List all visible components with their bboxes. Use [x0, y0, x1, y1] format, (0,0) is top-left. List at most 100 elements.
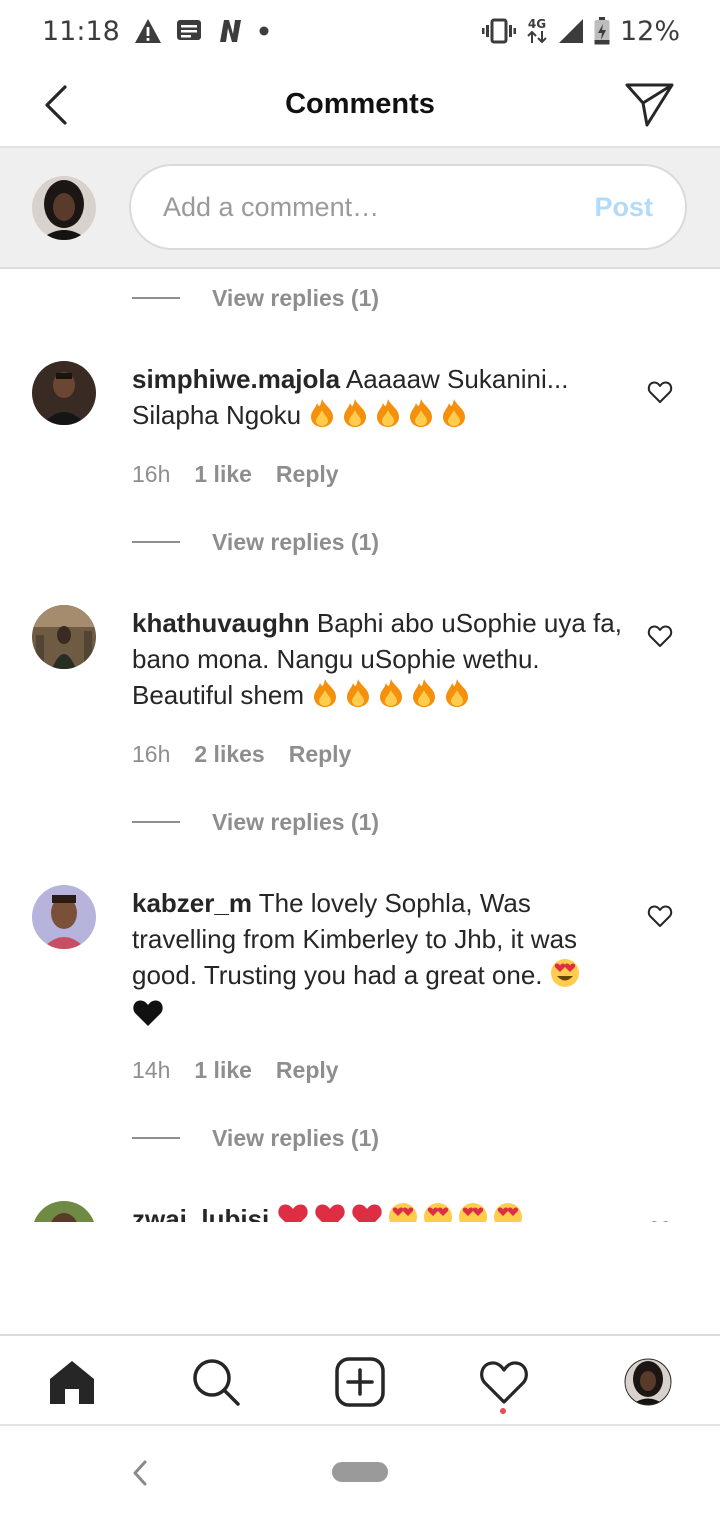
comment-username[interactable]: zwai_lubisi: [132, 1204, 269, 1222]
profile-avatar: [624, 1358, 672, 1406]
fire-emoji-icon: [377, 678, 405, 717]
signal-icon: [558, 18, 584, 44]
avatar[interactable]: [32, 885, 96, 949]
notification-dot: [500, 1408, 506, 1414]
chevron-left-icon: [45, 85, 67, 125]
comment-username[interactable]: simphiwe.majola: [132, 364, 340, 394]
comment-text: khathuvaughn Baphi abo uSophie uya fa, b…: [132, 605, 622, 717]
fire-emoji-icon: [410, 678, 438, 717]
vibrate-icon: [481, 18, 516, 44]
comment-meta: 16h 2 likes Reply: [132, 741, 351, 768]
heart-eyes-emoji-icon: [423, 1202, 453, 1222]
heart-outline-icon: [647, 381, 673, 403]
like-button[interactable]: [645, 621, 675, 651]
divider-line: [132, 1137, 180, 1139]
status-time: 11:18: [42, 15, 120, 47]
divider-line: [132, 821, 180, 823]
black-heart-emoji-icon: [132, 998, 164, 1037]
avatar[interactable]: [32, 1201, 96, 1222]
heart-eyes-emoji-icon: [458, 1202, 488, 1222]
new-post-icon: [335, 1357, 385, 1407]
heart-outline-icon: [647, 905, 673, 927]
search-icon: [193, 1359, 240, 1406]
view-replies-link[interactable]: View replies (1): [132, 1121, 379, 1155]
emoji-row: [308, 399, 473, 430]
red-heart-emoji-icon: [277, 1202, 309, 1222]
nav-search[interactable]: [190, 1356, 242, 1408]
comment-text: kabzer_m The lovely Sophla, Was travelli…: [132, 885, 622, 1037]
fire-emoji-icon: [308, 398, 336, 437]
view-replies-link[interactable]: View replies (1): [132, 281, 379, 315]
likes-count[interactable]: 1 like: [194, 1057, 252, 1084]
activity-heart-icon: [480, 1361, 528, 1404]
comment-time: 14h: [132, 1057, 171, 1083]
fire-emoji-icon: [311, 678, 339, 717]
view-replies-link[interactable]: View replies (1): [132, 525, 379, 559]
heart-eyes-emoji-icon: [388, 1202, 418, 1222]
heart-eyes-emoji-icon: [493, 1202, 523, 1222]
red-heart-emoji-icon: [314, 1202, 346, 1222]
fire-emoji-icon: [374, 398, 402, 437]
fire-emoji-icon: [440, 398, 468, 437]
warning-icon: [134, 18, 162, 44]
heart-outline-icon: [647, 625, 673, 647]
avatar[interactable]: [32, 361, 96, 425]
avatar: [32, 176, 96, 240]
comment-input-box: Post: [129, 164, 687, 250]
comment-input[interactable]: [163, 191, 595, 223]
system-back-button[interactable]: [128, 1456, 152, 1490]
share-button[interactable]: [624, 80, 676, 130]
status-bar: 11:18 4G 12%: [0, 0, 720, 62]
like-button[interactable]: [645, 901, 675, 931]
like-button[interactable]: [645, 377, 675, 407]
netflix-icon: [216, 19, 244, 43]
emoji-row: [277, 1202, 528, 1222]
comment-text: zwai_lubisi: [132, 1201, 622, 1222]
nav-profile[interactable]: [622, 1356, 674, 1408]
system-nav-bar: [0, 1426, 720, 1520]
fire-emoji-icon: [341, 398, 369, 437]
fire-emoji-icon: [344, 678, 372, 717]
fire-emoji-icon: [443, 678, 471, 717]
system-back-icon: [133, 1460, 147, 1486]
page-title: Comments: [285, 87, 435, 120]
comment-text: simphiwe.majola Aaaaaw Sukanini... Silap…: [132, 361, 622, 437]
divider-line: [132, 297, 180, 299]
nav-activity[interactable]: [478, 1356, 530, 1408]
view-replies-link[interactable]: View replies (1): [132, 805, 379, 839]
nav-home[interactable]: [46, 1356, 98, 1408]
avatar[interactable]: [32, 605, 96, 669]
reply-button[interactable]: Reply: [276, 1057, 339, 1084]
dot-icon: [258, 25, 270, 37]
paper-plane-icon: [625, 83, 674, 127]
comment-meta: 14h 1 like Reply: [132, 1057, 339, 1084]
heart-outline-icon: [651, 1221, 669, 1222]
comment-username[interactable]: khathuvaughn: [132, 608, 310, 638]
heart-eyes-emoji-icon: [550, 958, 580, 997]
battery-percent: 12%: [619, 15, 680, 47]
comments-list[interactable]: View replies (1) simphiwe.majola Aaaaaw …: [0, 270, 720, 1222]
network-4g-icon: 4G: [526, 18, 548, 44]
reply-button[interactable]: Reply: [276, 461, 339, 488]
message-icon: [176, 19, 202, 43]
likes-count[interactable]: 2 likes: [194, 741, 264, 768]
battery-charging-icon: [594, 17, 610, 45]
back-button[interactable]: [36, 82, 76, 128]
reply-button[interactable]: Reply: [289, 741, 352, 768]
fire-emoji-icon: [407, 398, 435, 437]
emoji-row: [311, 679, 476, 710]
header: Comments: [0, 62, 720, 148]
comment-username[interactable]: kabzer_m: [132, 888, 252, 918]
comment-time: 16h: [132, 741, 171, 767]
comment-time: 16h: [132, 461, 171, 487]
likes-count[interactable]: 1 like: [194, 461, 252, 488]
system-home-pill[interactable]: [332, 1462, 388, 1482]
post-button[interactable]: Post: [594, 192, 653, 223]
home-icon: [50, 1361, 94, 1404]
nav-new-post[interactable]: [334, 1356, 386, 1408]
comment-meta: 16h 1 like Reply: [132, 461, 339, 488]
red-heart-emoji-icon: [351, 1202, 383, 1222]
bottom-nav: [0, 1334, 720, 1426]
divider-line: [132, 541, 180, 543]
like-button[interactable]: [645, 1217, 675, 1222]
